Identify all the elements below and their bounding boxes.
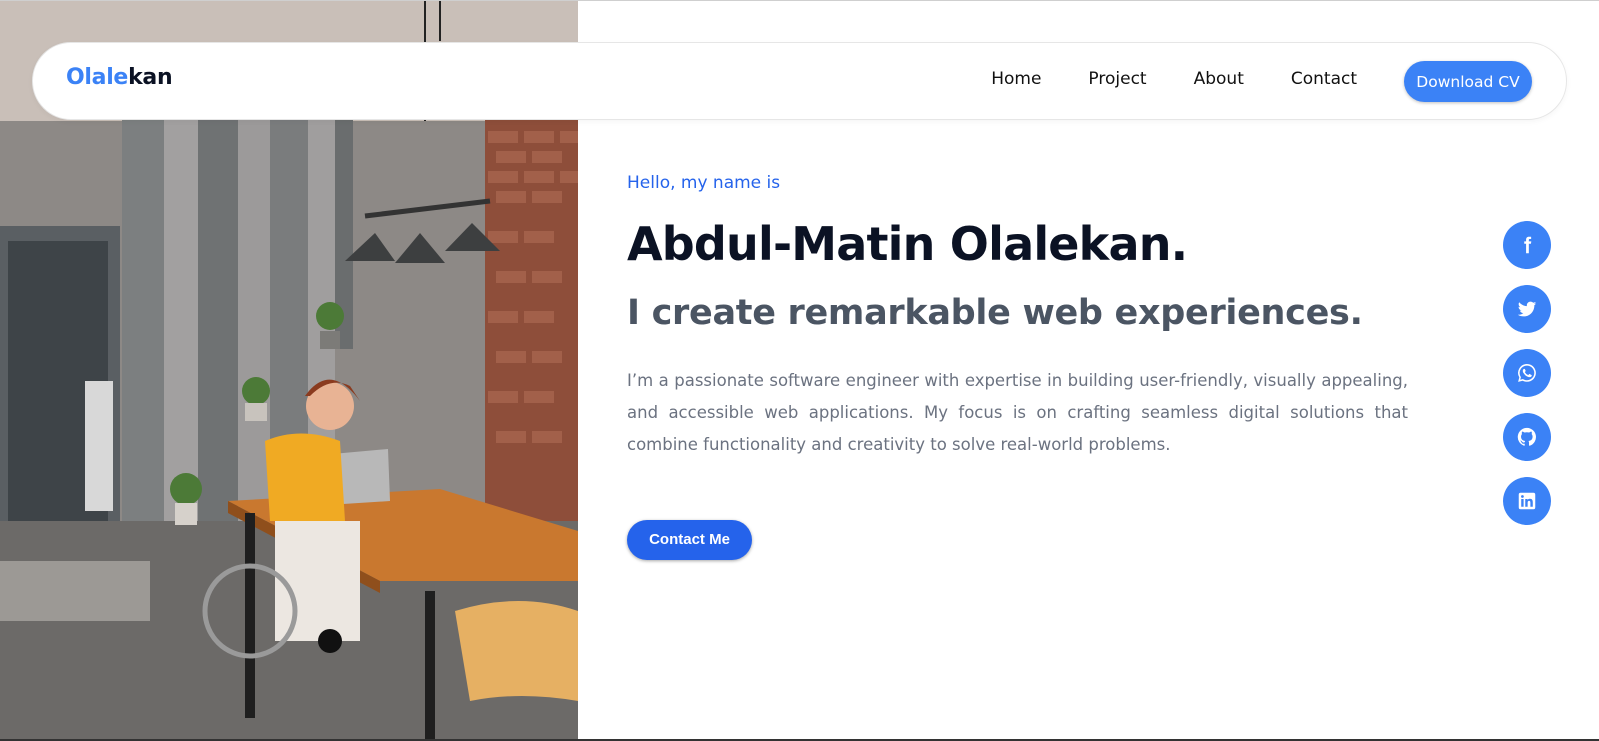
portfolio-page: Olalekan Home Project About Contact Down…: [0, 0, 1599, 741]
whatsapp-icon[interactable]: [1503, 349, 1551, 397]
nav-home[interactable]: Home: [991, 69, 1041, 89]
hero-content: Hello, my name is Abdul-Matin Olalekan. …: [627, 171, 1408, 560]
greeting: Hello, my name is: [627, 173, 781, 193]
nav-links: Home Project About Contact: [991, 69, 1357, 89]
logo[interactable]: Olalekan: [66, 65, 173, 90]
github-icon[interactable]: [1503, 413, 1551, 461]
tagline: I create remarkable web experiences.: [627, 292, 1363, 333]
page-title: Abdul-Matin Olalekan.: [627, 217, 1188, 271]
logo-part-2: kan: [128, 65, 173, 90]
social-links: [1503, 221, 1551, 525]
twitter-icon[interactable]: [1503, 285, 1551, 333]
download-cv-button[interactable]: Download CV: [1404, 61, 1532, 102]
linkedin-icon[interactable]: [1503, 477, 1551, 525]
navbar: Olalekan Home Project About Contact Down…: [32, 42, 1567, 120]
facebook-icon[interactable]: [1503, 221, 1551, 269]
logo-part-1: Olale: [66, 65, 129, 90]
nav-about[interactable]: About: [1194, 69, 1244, 89]
bio-text: I’m a passionate software engineer with …: [627, 370, 1408, 454]
nav-contact[interactable]: Contact: [1291, 69, 1357, 89]
contact-me-button[interactable]: Contact Me: [627, 519, 752, 560]
nav-project[interactable]: Project: [1088, 69, 1146, 89]
